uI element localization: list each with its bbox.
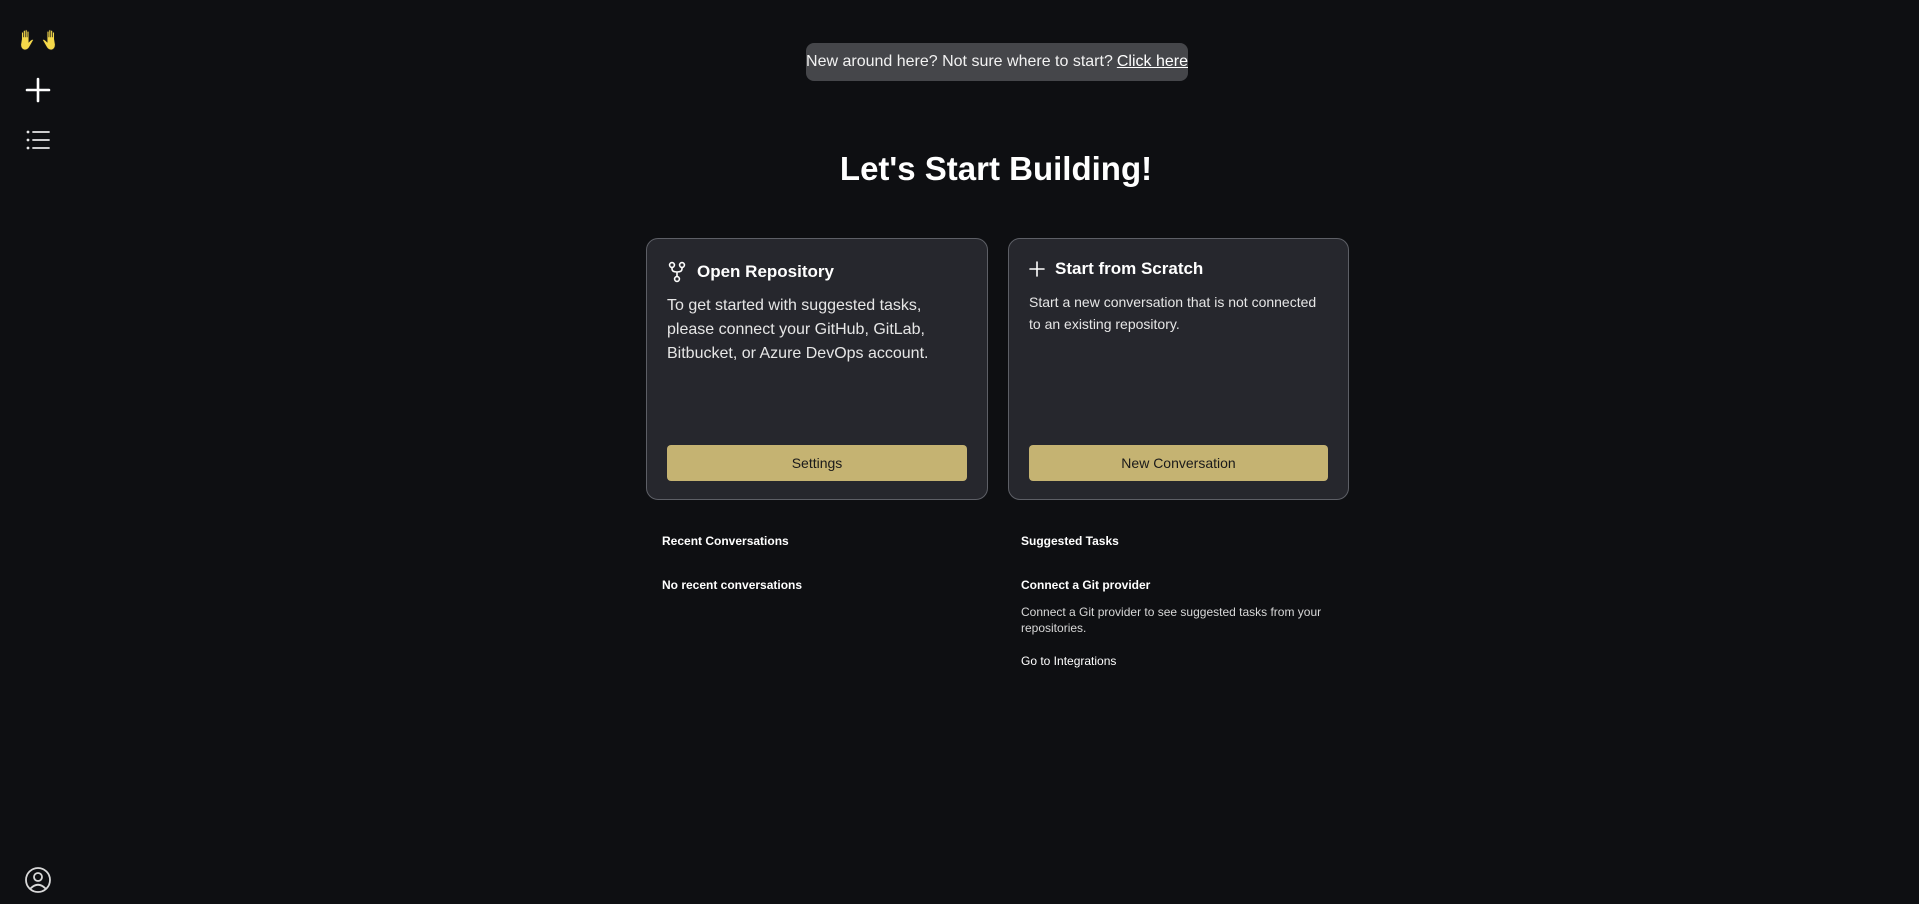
open-repository-title: Open Repository bbox=[697, 262, 834, 281]
connect-git-provider-description: Connect a Git provider to see suggested … bbox=[1021, 605, 1322, 635]
plus-icon bbox=[1029, 261, 1045, 277]
open-repository-header: Open Repository bbox=[667, 261, 834, 283]
no-recent-conversations-text: No recent conversations bbox=[662, 578, 803, 592]
banner-text: New around here? Not sure where to start… bbox=[806, 53, 1113, 70]
page-title: Let's Start Building! bbox=[839, 150, 1153, 187]
connect-git-provider-heading: Connect a Git provider bbox=[1021, 578, 1151, 592]
user-circle-icon[interactable] bbox=[18, 862, 58, 898]
start-from-scratch-header: Start from Scratch bbox=[1029, 259, 1203, 279]
open-repository-card: Open Repository To get started with sugg… bbox=[646, 238, 988, 500]
go-to-integrations-link[interactable]: Go to Integrations bbox=[1021, 654, 1116, 668]
banner-click-here-link[interactable]: Click here bbox=[1117, 53, 1188, 71]
open-repository-description: To get started with suggested tasks, ple… bbox=[667, 297, 929, 362]
suggested-tasks-title: Suggested Tasks bbox=[1021, 534, 1119, 548]
sidebar bbox=[0, 0, 76, 904]
waving-hands-logo-icon[interactable] bbox=[18, 22, 58, 58]
onboarding-banner: New around here? Not sure where to start… bbox=[806, 43, 1188, 81]
new-conversation-button[interactable]: New Conversation bbox=[1029, 445, 1328, 481]
start-from-scratch-card: Start from Scratch Start a new conversat… bbox=[1008, 238, 1349, 500]
new-conversation-plus-icon[interactable] bbox=[18, 72, 58, 108]
settings-button[interactable]: Settings bbox=[667, 445, 967, 481]
git-fork-icon bbox=[667, 261, 687, 283]
list-icon[interactable] bbox=[18, 122, 58, 158]
start-from-scratch-description: Start a new conversation that is not con… bbox=[1029, 294, 1317, 332]
recent-conversations-title: Recent Conversations bbox=[662, 534, 789, 548]
start-from-scratch-title: Start from Scratch bbox=[1055, 259, 1204, 278]
